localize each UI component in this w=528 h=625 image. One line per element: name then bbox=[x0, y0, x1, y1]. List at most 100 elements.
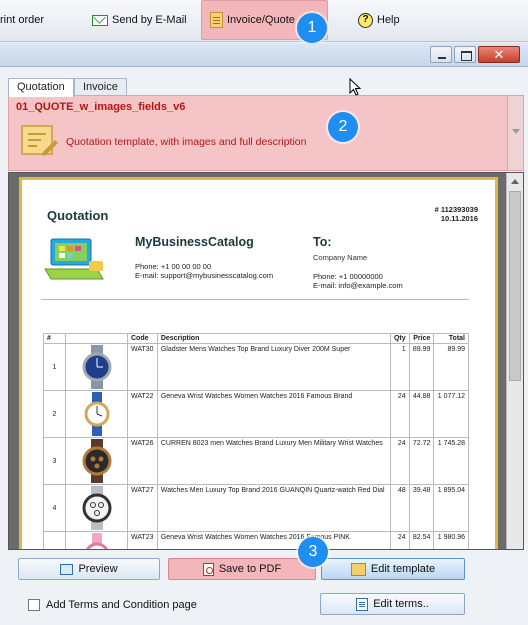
row-description: Gladster Mens Watches Top Brand Luxury D… bbox=[156, 343, 391, 391]
row-code: WAT26 bbox=[127, 437, 158, 485]
print-order-button[interactable]: rint order bbox=[0, 0, 44, 40]
close-icon: ✕ bbox=[493, 46, 505, 62]
row-index: 5 bbox=[43, 531, 66, 549]
preview-icon bbox=[60, 563, 74, 575]
close-button[interactable]: ✕ bbox=[478, 46, 520, 63]
row-code: WAT30 bbox=[127, 343, 158, 391]
help-label: Help bbox=[377, 14, 400, 26]
print-order-label: rint order bbox=[0, 14, 45, 26]
row-total: 1 895.04 bbox=[433, 484, 469, 532]
document-icon bbox=[210, 12, 223, 28]
edit-template-button[interactable]: Edit template bbox=[321, 558, 465, 580]
row-description: Watches Men Luxury Top Brand 2016 GUANQI… bbox=[156, 484, 391, 532]
step-badge-2: 2 bbox=[328, 112, 358, 142]
template-selector[interactable]: 01_QUOTE_w_images_fields_v6 Quotation te… bbox=[8, 95, 524, 171]
document-title: Quotation bbox=[47, 208, 109, 223]
col-image bbox=[65, 333, 128, 344]
client-name: Company Name bbox=[313, 253, 368, 262]
preview-scrollbar[interactable] bbox=[506, 173, 523, 549]
row-code: WAT23 bbox=[127, 531, 158, 549]
row-qty: 24 bbox=[389, 437, 410, 485]
preview-button[interactable]: Preview bbox=[18, 558, 160, 580]
row-price: 44.88 bbox=[408, 390, 435, 438]
table-row: 2 WAT22 Geneva Wrist Watches Women Watch… bbox=[43, 390, 469, 438]
table-row: 3 WAT26 CURREN 8023 men Watches Brand Lu… bbox=[43, 437, 469, 485]
row-qty: 24 bbox=[389, 531, 410, 549]
row-total: 1 745.28 bbox=[433, 437, 469, 485]
maximize-button[interactable] bbox=[454, 46, 476, 63]
watch-image bbox=[84, 392, 109, 436]
minimize-button[interactable] bbox=[430, 46, 452, 63]
tab-invoice[interactable]: Invoice bbox=[74, 78, 127, 96]
company-name: MyBusinessCatalog bbox=[135, 235, 254, 249]
row-qty: 1 bbox=[389, 343, 410, 391]
col-price: Price bbox=[408, 333, 435, 344]
product-image bbox=[65, 390, 128, 438]
edit-template-icon bbox=[350, 562, 366, 576]
terms-checkbox[interactable] bbox=[28, 599, 40, 611]
company-contact: Phone: +1 00 00 00 00 E-mail: support@my… bbox=[135, 262, 273, 280]
row-code: WAT22 bbox=[127, 390, 158, 438]
tab-invoice-label: Invoice bbox=[83, 81, 118, 93]
row-total: 89.99 bbox=[433, 343, 469, 391]
preview-label: Preview bbox=[78, 563, 118, 575]
watch-image bbox=[82, 486, 111, 530]
col-code: Code bbox=[127, 333, 158, 344]
row-description: CURREN 8023 men Watches Brand Luxury Men… bbox=[156, 437, 391, 485]
row-price: 89.99 bbox=[408, 343, 435, 391]
table-row: 4 WAT27 Watches Men Luxury Top Brand 201… bbox=[43, 484, 469, 532]
window-titlebar: ✕ bbox=[0, 43, 528, 67]
product-image bbox=[65, 484, 128, 532]
edit-terms-label: Edit terms.. bbox=[373, 598, 429, 610]
tab-quotation-label: Quotation bbox=[17, 81, 65, 93]
table-header-row: # Code Description Qty Price Total bbox=[43, 333, 469, 344]
quote-number: # 112393039 bbox=[434, 205, 478, 214]
template-name: 01_QUOTE_w_images_fields_v6 bbox=[16, 101, 186, 113]
row-code: WAT27 bbox=[127, 484, 158, 532]
invoice-quote-label: Invoice/Quote bbox=[227, 14, 295, 26]
tab-quotation[interactable]: Quotation bbox=[8, 78, 74, 97]
template-dropdown-arrow[interactable] bbox=[507, 96, 523, 170]
quotation-page: Quotation # 112393039 10.11.2016 MyBusin… bbox=[19, 177, 498, 549]
row-total: 1 980.96 bbox=[433, 531, 469, 549]
client-contact: Phone: +1 00000000 E-mail: info@example.… bbox=[313, 272, 403, 290]
send-email-label: Send by E-Mail bbox=[112, 14, 187, 26]
scroll-thumb[interactable] bbox=[509, 191, 521, 381]
col-total: Total bbox=[433, 333, 469, 344]
table-row: 1 WAT30 Gladster Mens Watches Top Brand … bbox=[43, 343, 469, 391]
help-button[interactable]: ? Help bbox=[358, 0, 400, 40]
product-image bbox=[65, 437, 128, 485]
pdf-icon bbox=[202, 562, 214, 576]
step-badge-3: 3 bbox=[298, 537, 328, 567]
row-price: 72.72 bbox=[408, 437, 435, 485]
product-image bbox=[65, 343, 128, 391]
save-to-pdf-button[interactable]: Save to PDF bbox=[168, 558, 316, 580]
table-row: 5 WAT23 Geneva Wrist Watches Women Watch… bbox=[43, 531, 469, 549]
terms-checkbox-label[interactable]: Add Terms and Condition page bbox=[46, 599, 197, 611]
quote-date: 10.11.2016 bbox=[440, 214, 478, 223]
step-badge-1: 1 bbox=[297, 13, 327, 43]
watch-image bbox=[82, 345, 111, 389]
row-index: 3 bbox=[43, 437, 66, 485]
row-description: Geneva Wrist Watches Women Watches 2016 … bbox=[156, 531, 391, 549]
watch-image bbox=[85, 533, 108, 549]
document-preview: Quotation # 112393039 10.11.2016 MyBusin… bbox=[8, 172, 524, 550]
row-index: 2 bbox=[43, 390, 66, 438]
mouse-cursor-icon bbox=[349, 78, 361, 96]
row-price: 39.48 bbox=[408, 484, 435, 532]
company-logo bbox=[44, 238, 104, 280]
row-description: Geneva Wrist Watches Women Watches 2016 … bbox=[156, 390, 391, 438]
main-toolbar: rint order Send by E-Mail Invoice/Quote … bbox=[0, 0, 528, 42]
email-icon bbox=[92, 14, 108, 26]
scroll-up-arrow-icon[interactable] bbox=[511, 179, 519, 184]
items-table: # Code Description Qty Price Total 1 WAT… bbox=[43, 333, 469, 549]
row-total: 1 077.12 bbox=[433, 390, 469, 438]
help-icon: ? bbox=[358, 12, 373, 28]
send-email-button[interactable]: Send by E-Mail bbox=[92, 0, 187, 40]
save-to-pdf-label: Save to PDF bbox=[218, 563, 282, 575]
edit-template-label: Edit template bbox=[370, 563, 436, 575]
col-number: # bbox=[43, 333, 66, 344]
to-heading: To: bbox=[313, 235, 332, 249]
edit-terms-button[interactable]: Edit terms.. bbox=[320, 593, 465, 615]
row-index: 1 bbox=[43, 343, 66, 391]
